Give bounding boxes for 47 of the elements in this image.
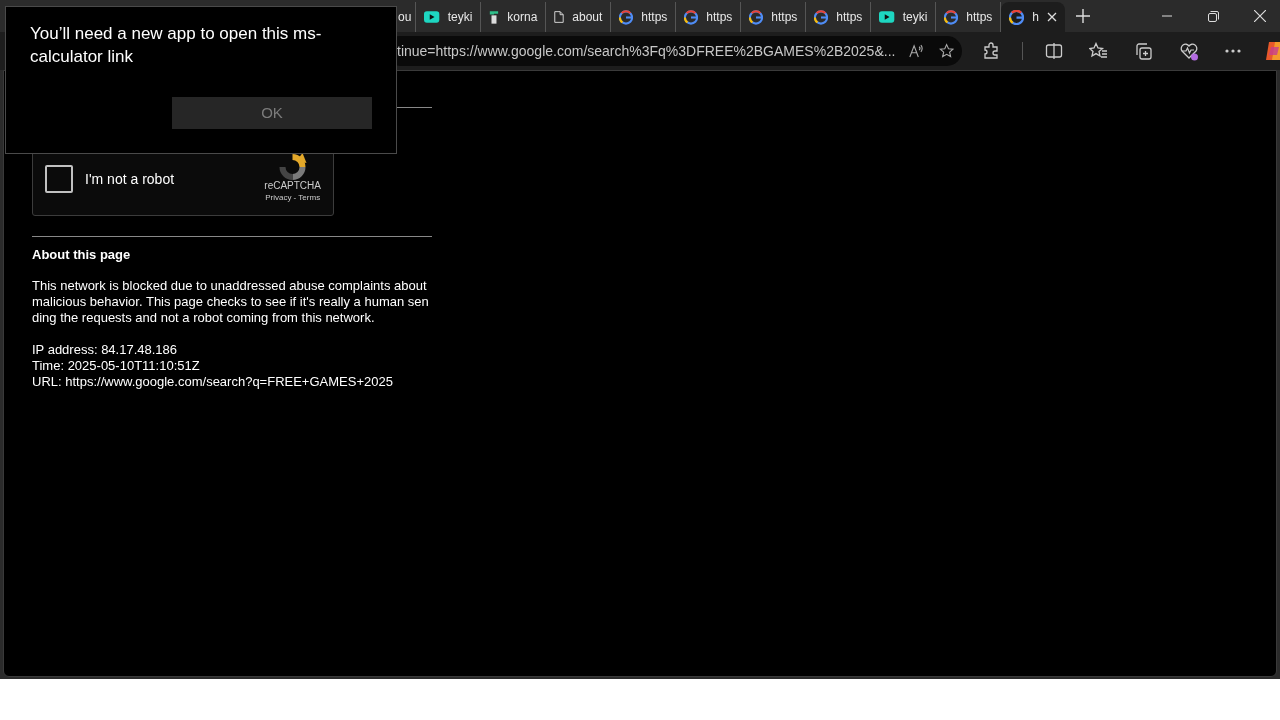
video-play-icon xyxy=(879,11,895,23)
section-heading: About this page xyxy=(32,246,132,264)
captcha-checkbox[interactable] xyxy=(45,165,73,193)
google-icon xyxy=(1009,9,1025,25)
split-screen-icon[interactable] xyxy=(1045,42,1063,60)
browser-tab[interactable]: h xyxy=(1001,2,1066,32)
tab-title: https xyxy=(771,9,798,26)
favorites-list-icon[interactable] xyxy=(1089,42,1108,60)
close-tab-icon[interactable] xyxy=(1047,12,1058,22)
restore-icon[interactable] xyxy=(1208,11,1220,22)
about-paragraph: This network is blocked due to unaddressed abuse complaints about malicious behavior. This page checks to see if it's really a human sending the requests and not a robot coming from this network. xyxy=(32,278,430,326)
video-play-icon xyxy=(424,11,440,23)
heart-pulse-icon[interactable] xyxy=(1179,41,1199,61)
new-tab-icon[interactable] xyxy=(1076,9,1091,23)
plant-icon xyxy=(489,9,500,25)
google-icon xyxy=(684,9,699,25)
tab-title: korna xyxy=(507,9,538,26)
more-icon[interactable] xyxy=(1225,49,1241,53)
read-aloud-icon[interactable] xyxy=(909,43,925,59)
url-text: tinue=https://www.google.com/search%3Fq%3DFREE%2BGAMES%2B2025&... xyxy=(397,41,896,61)
time-text: Time: 2025-05-10T11:10:51Z xyxy=(32,358,201,374)
dialog-message: You’ll need a new app to open this ms-calculator link xyxy=(30,23,323,68)
url-line-text: URL: https://www.google.com/search?q=FREE+GAMES+2025 xyxy=(32,374,394,390)
tab-title: https xyxy=(706,9,733,26)
tab-title: ou xyxy=(398,9,412,26)
google-icon xyxy=(619,9,634,25)
tab-title: https xyxy=(966,9,993,26)
google-icon xyxy=(749,9,764,25)
document-icon xyxy=(554,9,565,25)
favorite-star-icon[interactable] xyxy=(938,42,954,60)
google-icon xyxy=(944,9,959,25)
google-icon xyxy=(814,9,829,25)
tab-title: about xyxy=(572,9,603,26)
tab-title: teyki xyxy=(447,9,473,26)
recaptcha-brand: reCAPTCHA xyxy=(264,180,321,192)
collections-icon[interactable] xyxy=(1134,41,1153,61)
tab-title: h xyxy=(1032,9,1040,26)
ok-button[interactable]: OK xyxy=(172,97,372,129)
copilot-icon[interactable] xyxy=(1263,39,1280,63)
tab-title: https xyxy=(836,9,863,26)
close-icon[interactable] xyxy=(1254,10,1267,22)
puzzle-icon[interactable] xyxy=(982,42,1000,60)
tab-title: https xyxy=(641,9,668,26)
captcha-label: I'm not a robot xyxy=(85,169,175,189)
privacy-terms-links[interactable]: Privacy - Terms xyxy=(265,192,321,204)
ip-address-text: IP address: 84.17.48.186 xyxy=(32,342,179,358)
tab-title: teyki xyxy=(902,9,928,26)
